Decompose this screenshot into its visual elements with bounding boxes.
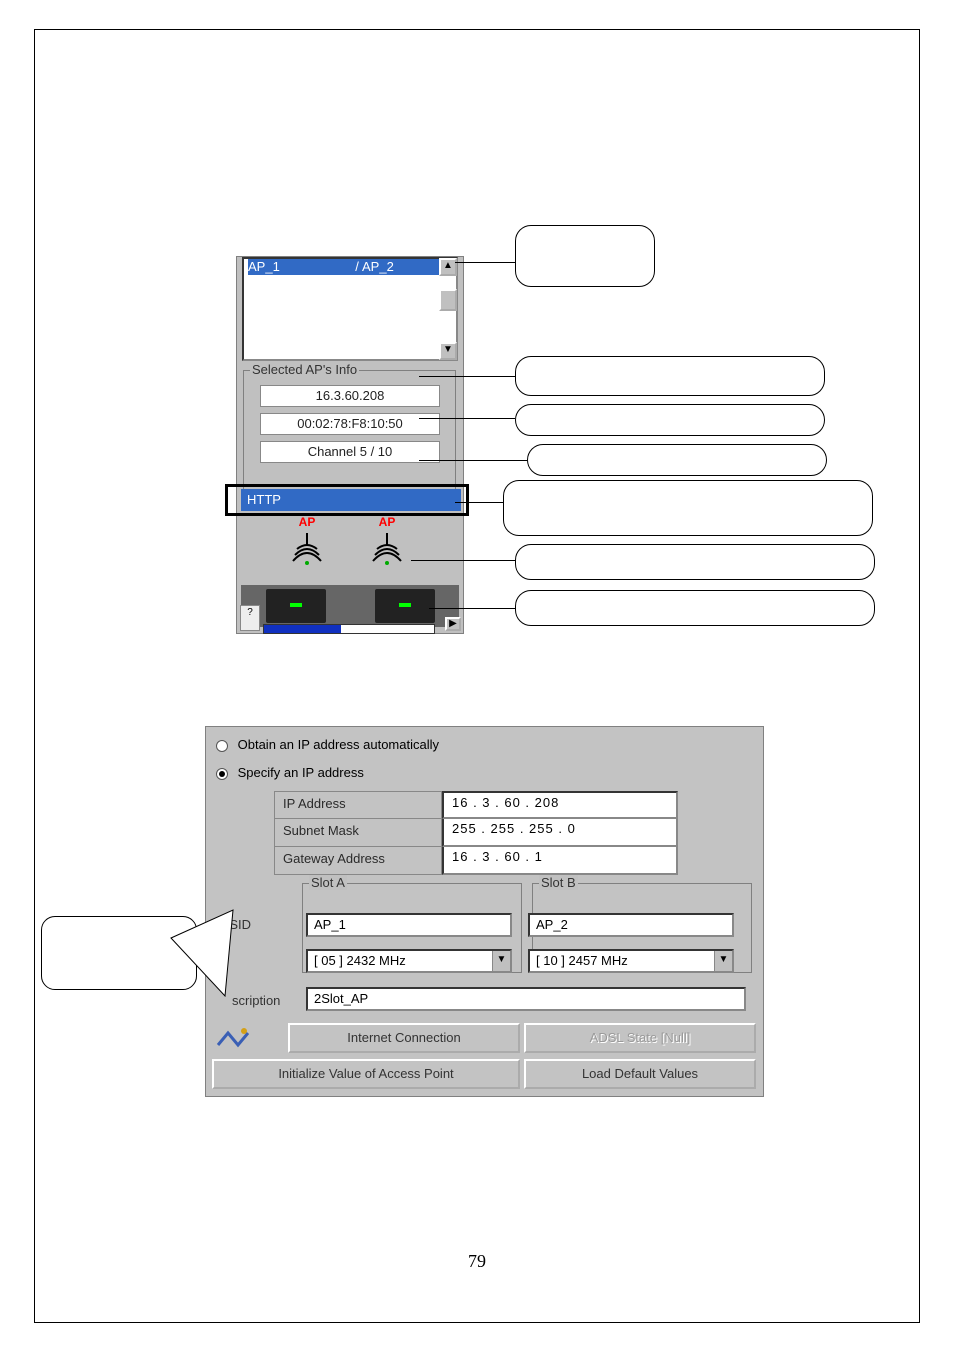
obtain-ip-label: Obtain an IP address automatically: [238, 737, 439, 752]
ip-config-panel: Obtain an IP address automatically Speci…: [205, 726, 764, 1097]
scroll-down-button[interactable]: ▼: [439, 342, 457, 360]
callout-bubble: [515, 404, 825, 436]
ip-grid: IP Address 16 . 3 . 60 . 208 Subnet Mask…: [274, 791, 678, 875]
ap-list-sep: /: [352, 259, 362, 275]
antenna-icon: [369, 529, 405, 565]
callout-bubble: [515, 225, 655, 287]
connector-line: [455, 502, 503, 503]
wizard-icon[interactable]: [214, 1025, 254, 1053]
subnet-mask-input[interactable]: 255 . 255 . 255 . 0: [442, 819, 678, 847]
obtain-ip-radio-row[interactable]: Obtain an IP address automatically: [216, 737, 439, 752]
slot-a-channel-select[interactable]: [ 05 ] 2432 MHz ▼: [306, 949, 512, 973]
specify-ip-radio-row[interactable]: Specify an IP address: [216, 765, 364, 780]
ap-list-item[interactable]: AP_1/AP_2: [244, 259, 454, 275]
selected-ap-info-legend: Selected AP's Info: [250, 362, 359, 377]
gateway-address-label: Gateway Address: [274, 847, 442, 875]
selected-ap-info-group: Selected AP's Info 16.3.60.208 00:02:78:…: [243, 370, 456, 490]
ip-address-label: IP Address: [274, 791, 442, 819]
callout-bubble: [515, 590, 875, 626]
help-icon[interactable]: ?: [240, 605, 260, 631]
radio-icon[interactable]: [216, 768, 228, 780]
connector-line: [419, 460, 527, 461]
scroll-up-button[interactable]: ▲: [439, 258, 457, 276]
ip-address-input[interactable]: 16 . 3 . 60 . 208: [442, 791, 678, 819]
internet-connection-button[interactable]: Internet Connection: [288, 1023, 520, 1053]
ap-icons: AP AP: [247, 515, 447, 585]
callout-bubble: [527, 444, 827, 476]
slot-b-channel-select[interactable]: [ 10 ] 2457 MHz ▼: [528, 949, 734, 973]
slot-a-channel-value: [ 05 ] 2432 MHz: [314, 953, 406, 968]
subnet-mask-label: Subnet Mask: [274, 819, 442, 847]
scroll-thumb[interactable]: [439, 289, 457, 311]
radio-icon[interactable]: [216, 740, 228, 752]
connector-line: [419, 376, 515, 377]
http-item[interactable]: HTTP: [241, 489, 461, 511]
load-default-values-button[interactable]: Load Default Values: [524, 1059, 756, 1089]
device-icon: [375, 589, 435, 623]
callout-bubble: [515, 356, 825, 396]
slot-a-legend: Slot A: [309, 875, 347, 890]
adsl-state-button[interactable]: ADSL State [Null]: [524, 1023, 756, 1053]
ap-icon-2[interactable]: AP: [367, 515, 407, 565]
ap-mac-field: 00:02:78:F8:10:50: [260, 413, 440, 435]
callout-bubble: [515, 544, 875, 580]
connector-line: [429, 608, 515, 609]
ap-list[interactable]: AP_1/AP_2 ▲ ▼: [242, 257, 458, 361]
specify-ip-label: Specify an IP address: [238, 765, 364, 780]
ap-icon-label: AP: [287, 515, 327, 529]
slot-a-essid-input[interactable]: AP_1: [306, 913, 512, 937]
ap-info-panel: AP_1/AP_2 ▲ ▼ Selected AP's Info 16.3.60…: [236, 256, 464, 634]
chevron-down-icon[interactable]: ▼: [714, 951, 732, 971]
callout-tail: [163, 908, 243, 998]
connector-line: [419, 418, 515, 419]
chevron-down-icon[interactable]: ▼: [492, 951, 510, 971]
ap-ip-field: 16.3.60.208: [260, 385, 440, 407]
connector-line: [411, 560, 515, 561]
scroll-right-button[interactable]: ▶: [445, 617, 461, 631]
page-number: 79: [468, 1251, 486, 1272]
slot-b-channel-value: [ 10 ] 2457 MHz: [536, 953, 628, 968]
ap-list-col1: AP_1: [248, 259, 352, 275]
description-input[interactable]: 2Slot_AP: [306, 987, 746, 1011]
device-bar: [241, 585, 459, 627]
device-icon: [266, 589, 326, 623]
connector-line: [455, 262, 515, 263]
initialize-value-button[interactable]: Initialize Value of Access Point: [212, 1059, 520, 1089]
gateway-address-input[interactable]: 16 . 3 . 60 . 1: [442, 847, 678, 875]
slot-b-essid-input[interactable]: AP_2: [528, 913, 734, 937]
antenna-icon: [289, 529, 325, 565]
slot-b-legend: Slot B: [539, 875, 578, 890]
ap-icon-1[interactable]: AP: [287, 515, 327, 565]
progress-bar: [263, 624, 435, 634]
ap-channel-field: Channel 5 / 10: [260, 441, 440, 463]
callout-bubble: [503, 480, 873, 536]
ap-icon-label: AP: [367, 515, 407, 529]
